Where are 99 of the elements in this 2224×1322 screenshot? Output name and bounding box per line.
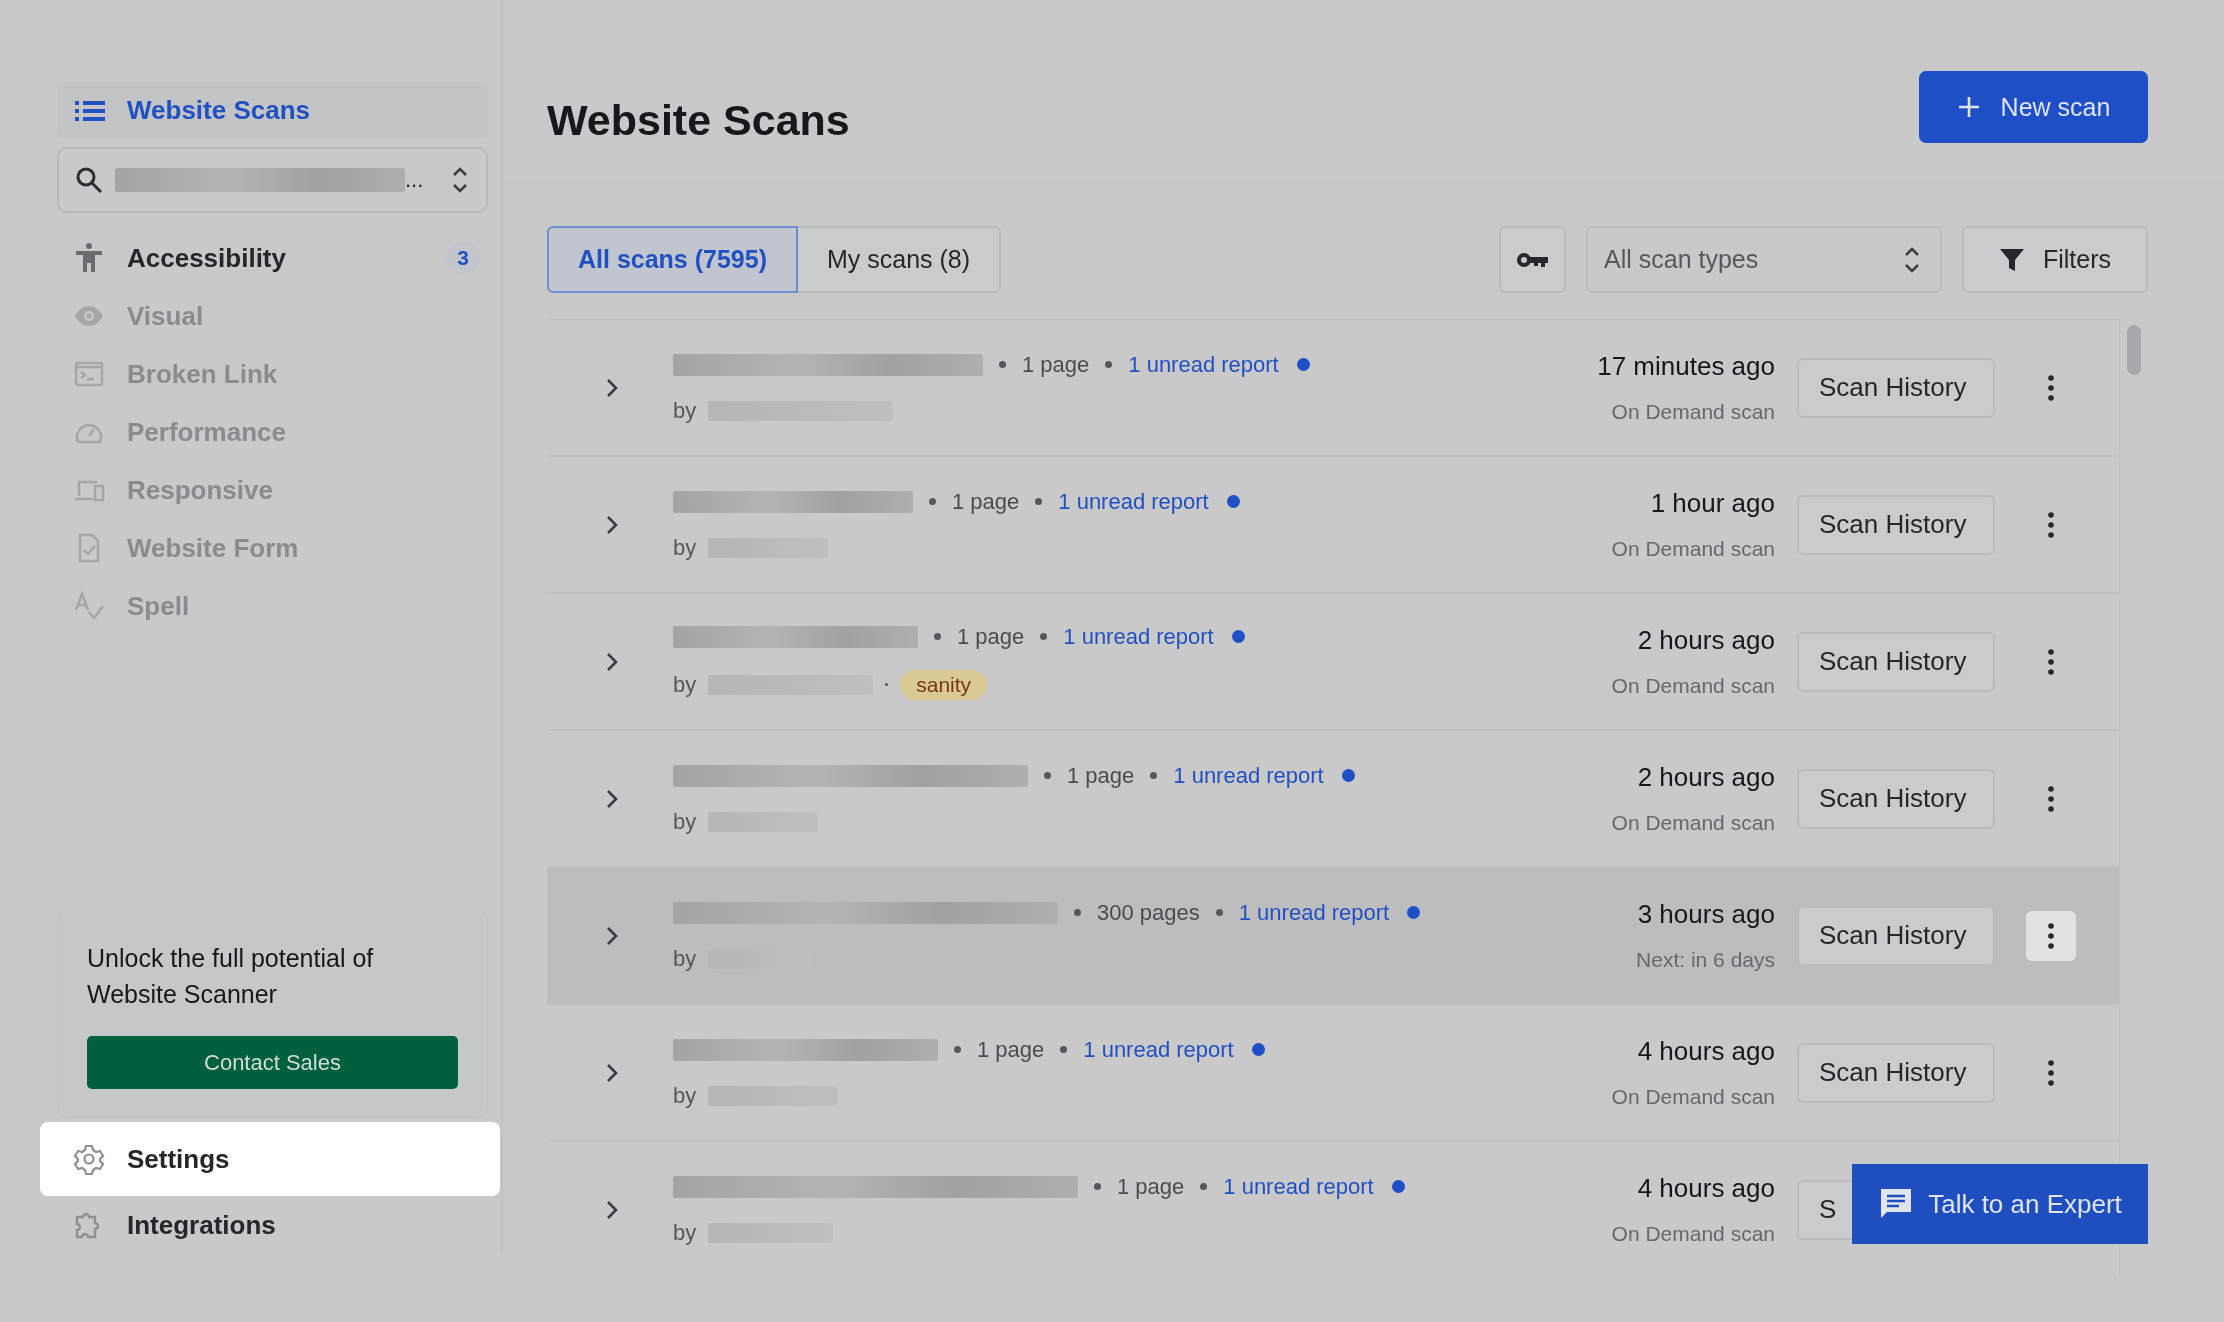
plus-icon xyxy=(1956,95,1981,119)
scan-history-button[interactable]: Scan History xyxy=(1797,494,1995,555)
scan-history-button[interactable]: Scan History xyxy=(1797,1042,1995,1103)
separator-dot xyxy=(1150,772,1158,779)
chevron-right-icon[interactable] xyxy=(605,787,619,810)
filter-icon xyxy=(1998,246,2025,273)
chevron-right-icon[interactable] xyxy=(605,924,619,947)
sidebar-item[interactable]: Settings xyxy=(40,1122,500,1196)
scan-history-button[interactable]: Scan History xyxy=(1797,357,1995,418)
separator-dot xyxy=(1035,498,1043,505)
chevron-right-icon[interactable] xyxy=(605,650,619,673)
unread-report-link[interactable]: 1 unread report xyxy=(1173,762,1324,789)
author-label: by xyxy=(673,808,697,835)
separator-dot xyxy=(1200,1183,1208,1190)
page-count: 1 page xyxy=(1117,1173,1185,1200)
scan-history-button[interactable]: Scan History xyxy=(1797,905,1995,966)
scan-time: 4 hours ago xyxy=(1637,1173,1775,1204)
unread-report-link[interactable]: 1 unread report xyxy=(1063,623,1214,650)
scan-time: 4 hours ago xyxy=(1637,1036,1775,1067)
unread-report-link[interactable]: 1 unread report xyxy=(1058,488,1209,515)
unread-report-link[interactable]: 1 unread report xyxy=(1223,1173,1374,1200)
kebab-icon xyxy=(2048,785,2054,812)
author-label: by xyxy=(673,945,697,972)
api-key-button[interactable] xyxy=(1499,226,1566,293)
search-icon xyxy=(75,166,103,194)
scan-time: 1 hour ago xyxy=(1650,488,1775,519)
filters-button[interactable]: Filters xyxy=(1962,226,2148,293)
separator-dot xyxy=(1215,909,1223,916)
scan-time: 2 hours ago xyxy=(1637,625,1775,656)
scan-tab[interactable]: My scans (8) xyxy=(798,226,1002,293)
sidebar-item[interactable]: Accessibility 3 xyxy=(57,229,488,287)
separator-dot xyxy=(885,683,889,686)
chevron-right-icon[interactable] xyxy=(605,1198,619,1221)
author-label: by xyxy=(673,671,697,698)
chevron-right-icon[interactable] xyxy=(605,513,619,536)
count-badge: 3 xyxy=(446,241,480,275)
page-title: Website Scans xyxy=(547,95,850,145)
list-icon xyxy=(75,99,105,122)
separator-dot xyxy=(1094,1183,1101,1190)
kebab-icon xyxy=(2048,922,2054,949)
schedule-text: On Demand scan xyxy=(1611,400,1775,424)
scan-time: 2 hours ago xyxy=(1637,762,1775,793)
separator-dot xyxy=(1060,1046,1068,1053)
page-count: 1 page xyxy=(977,1036,1045,1063)
scan-type-select[interactable]: All scan types xyxy=(1586,226,1942,293)
new-scan-button[interactable]: New scan xyxy=(1919,71,2148,143)
page-count: 1 page xyxy=(1067,762,1135,789)
separator-dot xyxy=(929,498,936,505)
author-label: by xyxy=(673,1082,697,1109)
schedule-text: On Demand scan xyxy=(1611,1222,1775,1246)
separator-dot xyxy=(1044,772,1051,779)
key-icon xyxy=(1515,250,1550,269)
schedule-text: On Demand scan xyxy=(1611,1085,1775,1109)
schedule-text: On Demand scan xyxy=(1611,811,1775,835)
chevron-updown-icon xyxy=(1904,245,1920,274)
hovered-scan-row[interactable]: 300 pages 1 unread report by 3 hours ago Next: in 6 days Scan History xyxy=(547,868,2119,1005)
kebab-icon xyxy=(2048,648,2054,675)
author-label: by xyxy=(673,1219,697,1246)
talk-to-expert-button[interactable]: Talk to an Expert xyxy=(1852,1164,2148,1244)
settings-icon xyxy=(73,1143,105,1175)
separator-dot xyxy=(999,361,1006,368)
separator-dot xyxy=(1074,909,1081,916)
scan-history-button[interactable]: S xyxy=(1797,1179,1852,1240)
website-scans-nav-item[interactable]: Website Scans xyxy=(57,82,488,139)
separator-dot xyxy=(934,633,941,640)
unread-report-link[interactable]: 1 unread report xyxy=(1083,1036,1234,1063)
scan-time: 3 hours ago xyxy=(1637,899,1775,930)
unread-report-link[interactable]: 1 unread report xyxy=(1128,351,1279,378)
page-count: 1 page xyxy=(957,623,1025,650)
site-search-field[interactable]: ... xyxy=(57,147,488,213)
unread-report-link[interactable]: 1 unread report xyxy=(1238,899,1390,926)
contact-sales-button[interactable]: Contact Sales xyxy=(87,1036,458,1089)
promo-text: Unlock the full potential of Website Scanner xyxy=(87,943,375,1010)
schedule-text: On Demand scan xyxy=(1611,537,1775,561)
scan-time: 17 minutes ago xyxy=(1597,351,1775,382)
separator-dot xyxy=(1105,361,1113,368)
page-count: 1 page xyxy=(952,488,1020,515)
kebab-icon xyxy=(2048,1059,2054,1086)
chevron-updown-icon xyxy=(452,166,468,194)
scan-history-button[interactable]: Scan History xyxy=(1797,768,1995,829)
scan-history-button[interactable]: Scan History xyxy=(1797,631,1995,692)
schedule-text: On Demand scan xyxy=(1611,674,1775,698)
chevron-right-icon[interactable] xyxy=(605,376,619,399)
chevron-right-icon[interactable] xyxy=(605,1061,619,1084)
author-label: by xyxy=(673,397,697,424)
separator-dot xyxy=(954,1046,961,1053)
scan-tab[interactable]: All scans (7595) xyxy=(547,226,798,293)
sidebar-item[interactable]: Integrations xyxy=(57,1196,488,1254)
page-count: 1 page xyxy=(1022,351,1090,378)
kebab-icon xyxy=(2048,511,2054,538)
accessibility-icon xyxy=(73,242,105,274)
tag-badge: sanity xyxy=(900,669,988,700)
kebab-icon xyxy=(2048,374,2054,401)
spellcheck-icon xyxy=(73,590,105,622)
page-count: 300 pages xyxy=(1097,899,1200,926)
separator-dot xyxy=(1040,633,1048,640)
schedule-text: Next: in 6 days xyxy=(1636,948,1775,972)
more-options-button[interactable] xyxy=(2026,910,2076,961)
author-label: by xyxy=(673,534,697,561)
